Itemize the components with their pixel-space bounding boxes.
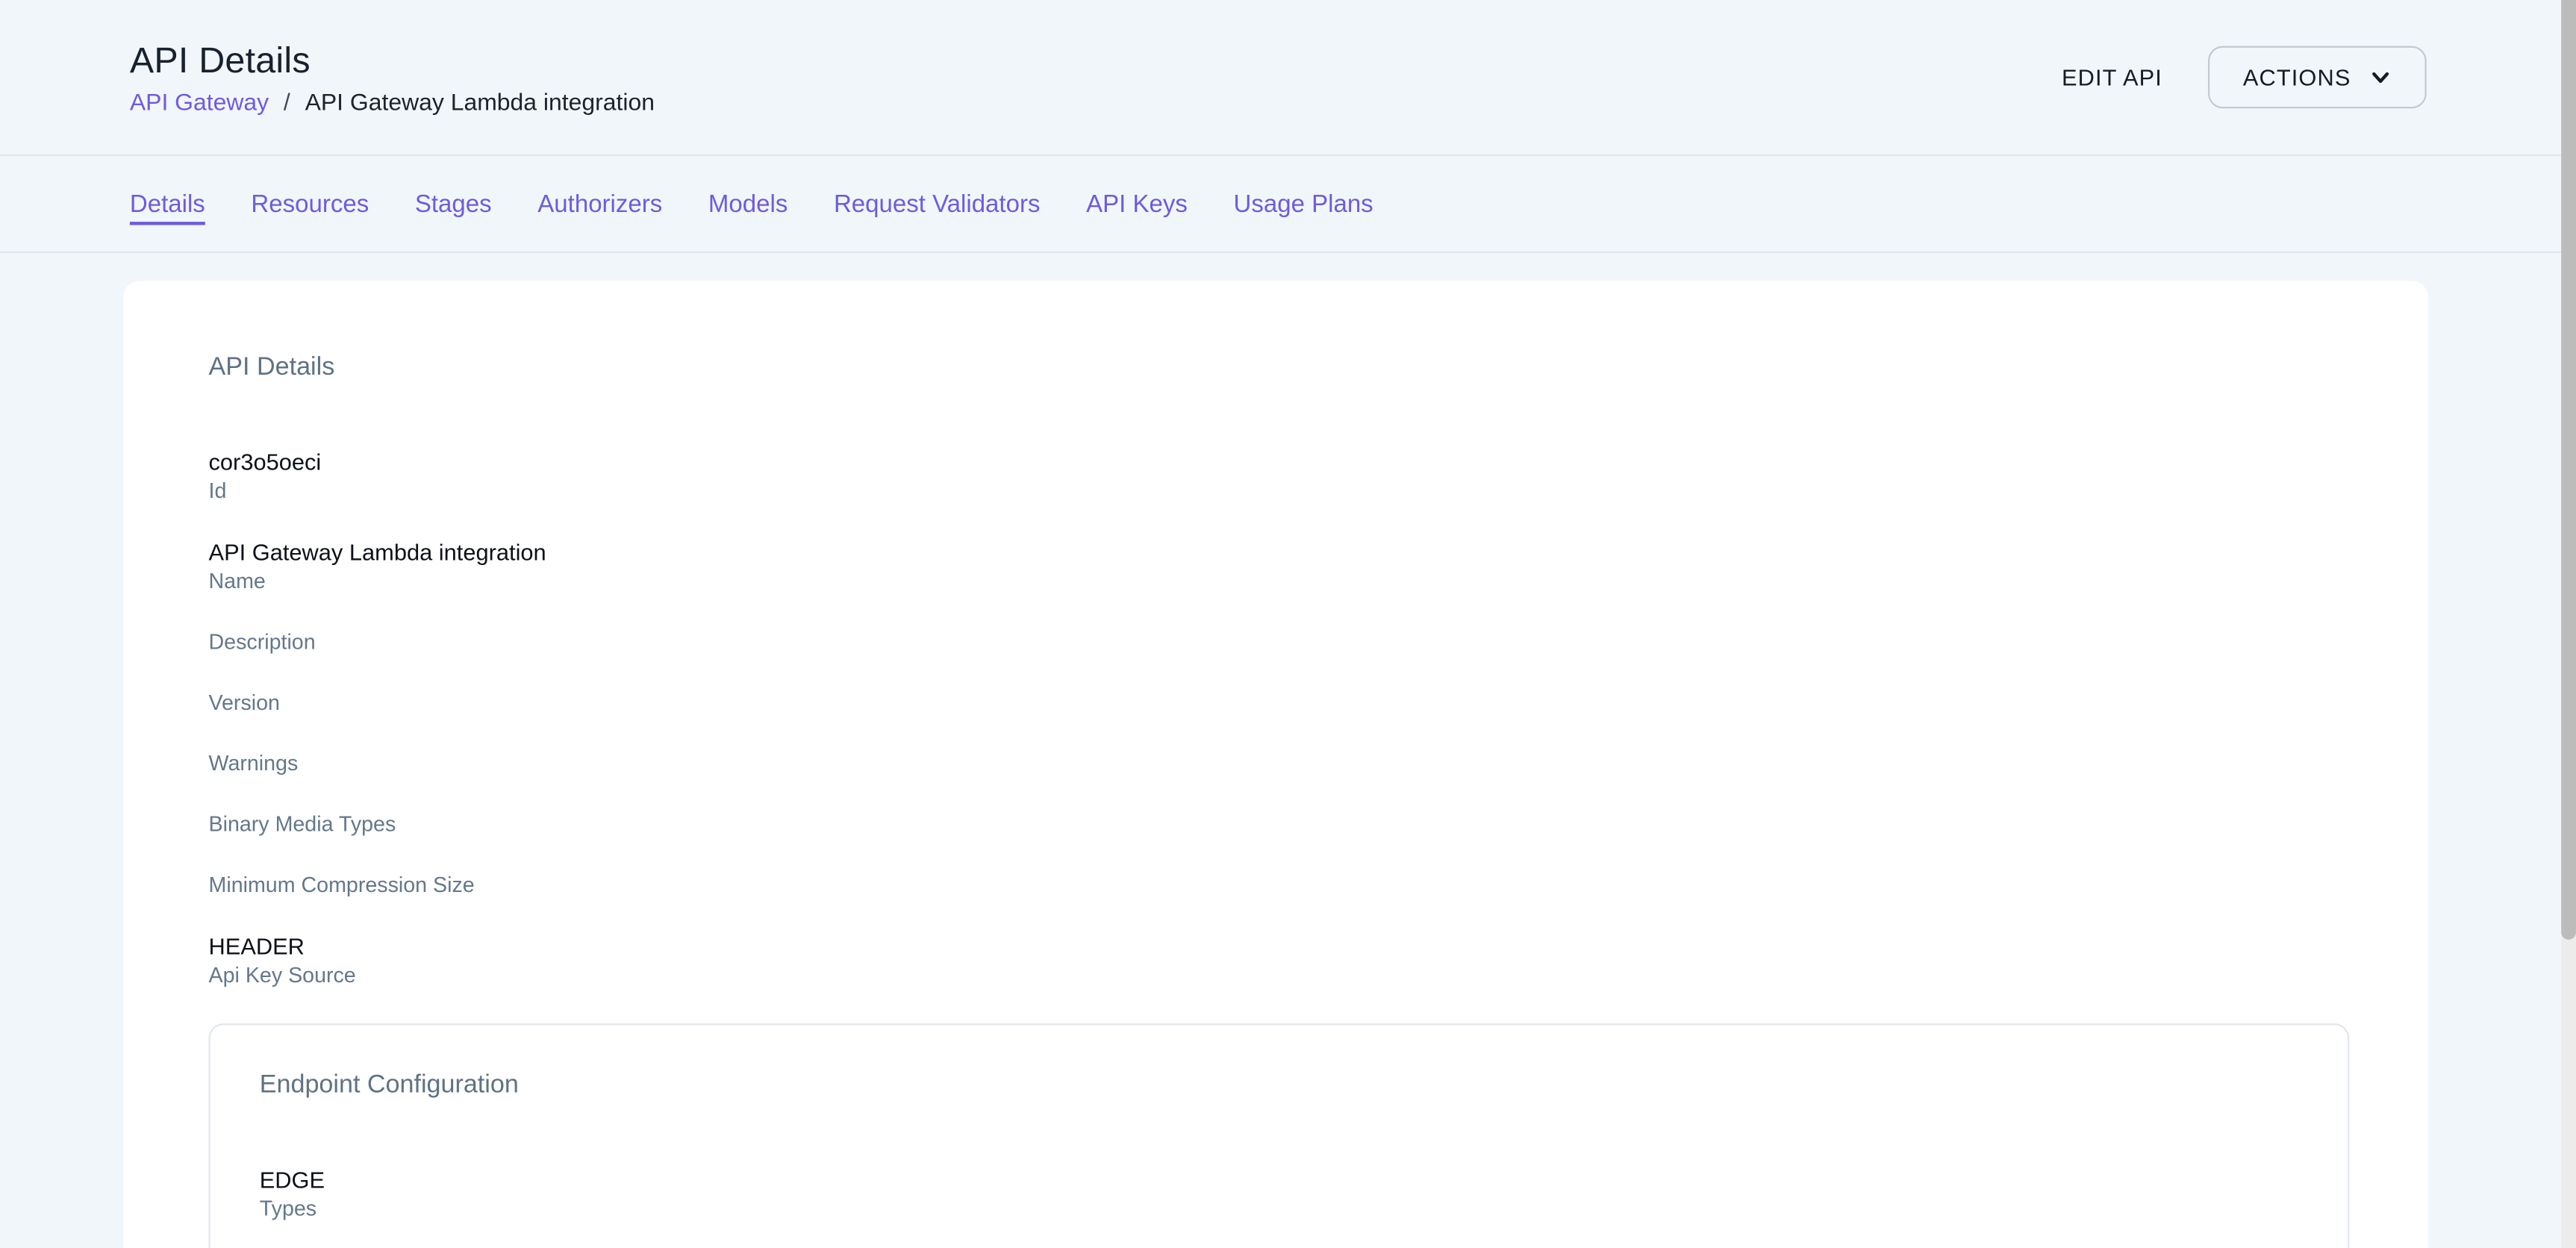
field-types: EDGE Types	[260, 1167, 2298, 1223]
field-description: Description	[209, 629, 2350, 655]
field-label: Binary Media Types	[209, 811, 2350, 837]
field-label: Api Key Source	[209, 963, 2350, 989]
field-minimum-compression-size: Minimum Compression Size	[209, 873, 2350, 899]
field-version: Version	[209, 690, 2350, 716]
page-header-left: API Details API Gateway / API Gateway La…	[130, 39, 655, 116]
field-warnings: Warnings	[209, 751, 2350, 777]
tab-models[interactable]: Models	[708, 190, 788, 217]
field-id: cor3o5oeci Id	[209, 449, 2350, 505]
chevron-down-icon	[2369, 66, 2392, 89]
field-name: API Gateway Lambda integration Name	[209, 539, 2350, 595]
card-heading: API Details	[209, 353, 2350, 383]
field-value: cor3o5oeci	[209, 449, 2350, 475]
field-label: Warnings	[209, 751, 2350, 777]
main-content: API Details cor3o5oeci Id API Gateway La…	[0, 253, 2576, 1248]
tab-details[interactable]: Details	[130, 190, 205, 217]
actions-menu-button[interactable]: ACTIONS	[2209, 46, 2427, 109]
page-header: API Details API Gateway / API Gateway La…	[0, 0, 2576, 156]
field-value: EDGE	[260, 1167, 2298, 1193]
field-value: API Gateway Lambda integration	[209, 539, 2350, 565]
breadcrumb: API Gateway / API Gateway Lambda integra…	[130, 90, 655, 116]
tab-resources[interactable]: Resources	[251, 190, 369, 217]
breadcrumb-link-api-gateway[interactable]: API Gateway	[130, 90, 269, 116]
actions-menu-label: ACTIONS	[2243, 64, 2351, 90]
tab-bar: Details Resources Stages Authorizers Mod…	[0, 156, 2576, 253]
tab-request-validators[interactable]: Request Validators	[834, 190, 1040, 217]
tab-usage-plans[interactable]: Usage Plans	[1233, 190, 1373, 217]
endpoint-configuration-card: Endpoint Configuration EDGE Types Vpc En…	[209, 1023, 2350, 1248]
scrollbar-thumb[interactable]	[2561, 0, 2576, 940]
api-details-card: API Details cor3o5oeci Id API Gateway La…	[123, 281, 2428, 1248]
field-api-key-source: HEADER Api Key Source	[209, 933, 2350, 989]
api-details-page: API Details API Gateway / API Gateway La…	[0, 0, 2576, 1248]
page-header-actions: EDIT API ACTIONS	[2045, 46, 2427, 109]
field-label: Name	[209, 569, 2350, 595]
field-label: Minimum Compression Size	[209, 873, 2350, 899]
field-label: Version	[209, 690, 2350, 716]
tab-authorizers[interactable]: Authorizers	[537, 190, 662, 217]
breadcrumb-separator: /	[284, 90, 290, 116]
field-label: Types	[260, 1196, 2298, 1222]
field-value: HEADER	[209, 933, 2350, 959]
endpoint-configuration-heading: Endpoint Configuration	[260, 1071, 2298, 1101]
breadcrumb-current: API Gateway Lambda integration	[305, 90, 655, 116]
edit-api-button[interactable]: EDIT API	[2045, 51, 2179, 103]
tab-stages[interactable]: Stages	[415, 190, 492, 217]
page-title: API Details	[130, 39, 655, 81]
field-label: Id	[209, 478, 2350, 504]
field-binary-media-types: Binary Media Types	[209, 811, 2350, 837]
field-label: Description	[209, 629, 2350, 655]
scrollbar[interactable]	[2561, 0, 2576, 1248]
tab-api-keys[interactable]: API Keys	[1086, 190, 1188, 217]
